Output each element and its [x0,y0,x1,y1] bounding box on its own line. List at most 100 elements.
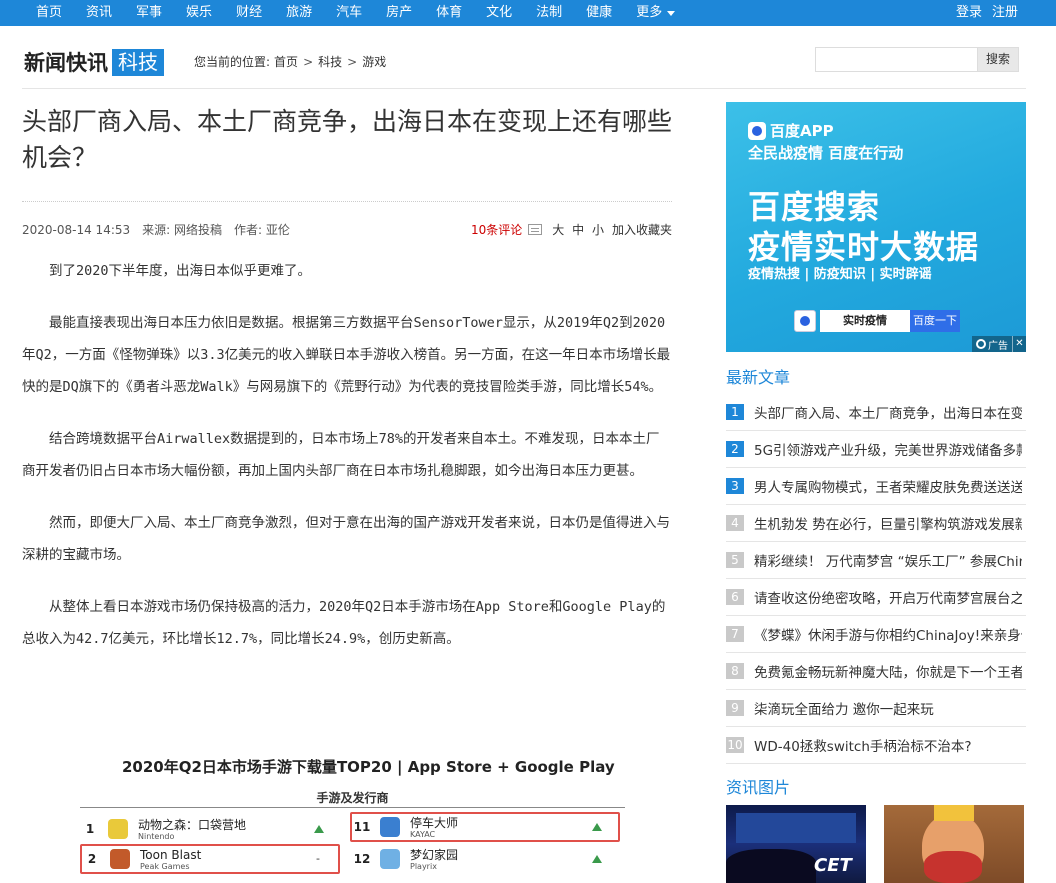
nav-menu: 首页 资讯 军事 娱乐 财经 旅游 汽车 房产 体育 文化 法制 健康 更多 [36,0,699,26]
baidu-paw-icon [794,310,816,332]
nav-item-realestate[interactable]: 房产 [386,0,412,26]
list-item-title[interactable]: 精彩继续！ 万代南梦宫 “娱乐工厂” 参展ChinaJoy [754,550,1022,570]
app-text: Toon Blast Peak Games [140,848,201,871]
ad-search-bar: 实时疫情 百度一下 [794,310,960,332]
breadcrumb-games[interactable]: 游戏 [362,53,386,70]
nav-item-more[interactable]: 更多 [636,0,676,26]
article-paragraph: 到了2020下半年度，出海日本似乎更难了。 [49,263,312,279]
ad-search-button: 百度一下 [910,310,960,332]
list-item[interactable]: 9 柒滴玩全面给力 邀你一起来玩 [726,690,1026,727]
article-source: 来源: 网络投稿 [142,223,222,237]
comments-link[interactable]: 10条评论 [471,221,522,238]
list-item-title[interactable]: 5G引领游戏产业升级，完美世界游戏储备多款重磅新品 [754,439,1022,459]
caret-down-icon [667,10,676,16]
login-link[interactable]: 登录 [956,0,982,26]
nav-item-news[interactable]: 资讯 [86,0,112,26]
app-name: 停车大师 [410,815,459,830]
list-item-title[interactable]: 《梦蝶》休闲手游与你相约ChinaJoy!来亲身体验 [754,624,1022,644]
logo-name: 新闻快讯 [24,51,108,75]
auth-links: 登录 注册 [946,0,1018,26]
rank-item: 1 动物之森：口袋营地 Nintendo [80,814,340,844]
nav-item-finance[interactable]: 财经 [236,0,262,26]
nav-item-entertainment[interactable]: 娱乐 [186,0,212,26]
nav-item-law[interactable]: 法制 [536,0,562,26]
breadcrumb-home[interactable]: 首页 [274,53,298,70]
logo-channel-tag: 科技 [112,48,164,76]
font-size-medium[interactable]: 中 [572,223,584,237]
ad-label-text: 广告 [988,340,1008,352]
ad-brand: 百度APP [748,120,834,141]
nav-item-health[interactable]: 健康 [586,0,612,26]
nav-item-sports[interactable]: 体育 [436,0,462,26]
news-picture-esports[interactable]: CET [726,805,866,883]
list-item-title[interactable]: 男人专属购物模式，王者荣耀皮肤免费送送送 [754,476,1022,496]
list-item-title[interactable]: 请查收这份绝密攻略，开启万代南梦宫展台之旅 [754,587,1022,607]
app-icon [110,849,130,869]
rank-badge: 10 [726,737,744,753]
rank-badge: 8 [726,663,744,679]
ad-slogan: 全民战疫情 百度在行动 [748,144,904,162]
rank-item: 12 梦幻家园 Playrix [352,844,620,874]
app-icon [380,817,400,837]
app-name: 动物之森：口袋营地 [138,817,247,832]
nav-item-auto[interactable]: 汽车 [336,0,362,26]
nav-item-home[interactable]: 首页 [36,0,62,26]
list-item[interactable]: 10 WD-40拯救switch手柄治标不治本? [726,727,1026,764]
app-icon [380,849,400,869]
news-picture-character[interactable] [884,805,1024,883]
list-item[interactable]: 3 男人专属购物模式，王者荣耀皮肤免费送送送 [726,468,1026,505]
rank-badge: 4 [726,515,744,531]
rank-badge: 5 [726,552,744,568]
ad-tags: 疫情热搜 | 防疫知识 | 实时辟谣 [748,267,932,282]
rank-number: 1 [85,822,95,836]
font-size-large[interactable]: 大 [552,223,564,237]
sidebar-ad-banner[interactable]: 百度APP 全民战疫情 百度在行动 百度搜索 疫情实时大数据 疫情热搜 | 防疫… [726,102,1026,352]
list-item[interactable]: 8 免费氪金畅玩新神魔大陆，你就是下一个王者 [726,653,1026,690]
comment-icon[interactable] [528,224,543,235]
list-item-title[interactable]: WD-40拯救switch手柄治标不治本? [754,735,1022,755]
ad-label: 广告 ✕ [972,336,1026,352]
list-item-title[interactable]: 免费氪金畅玩新神魔大陆，你就是下一个王者 [754,661,1022,681]
ad-info-icon[interactable] [976,339,986,349]
close-icon[interactable]: ✕ [1012,336,1026,352]
trend-up-icon [314,825,324,833]
breadcrumb-tech[interactable]: 科技 [318,53,342,70]
list-item[interactable]: 2 5G引领游戏产业升级，完美世界游戏储备多款重磅新品 [726,431,1026,468]
latest-articles-title: 最新文章 [726,368,791,387]
font-size-small[interactable]: 小 [592,223,604,237]
breadcrumb-label: 您当前的位置: [194,55,271,69]
list-item[interactable]: 4 生机勃发 势在必行，巨量引擎构筑游戏发展新生态 [726,505,1026,542]
list-item-title[interactable]: 头部厂商入局、本土厂商竞争，出海日本在变现上还有哪些机会？ [754,402,1022,422]
list-item[interactable]: 6 请查收这份绝密攻略，开启万代南梦宫展台之旅 [726,579,1026,616]
list-item-title[interactable]: 生机勃发 势在必行，巨量引擎构筑游戏发展新生态 [754,513,1022,533]
search-box: 搜索 [815,47,1019,72]
register-link[interactable]: 注册 [992,0,1018,26]
app-name: Toon Blast [140,847,202,862]
rank-badge: 9 [726,700,744,716]
site-logo[interactable]: 新闻快讯 科技 [24,47,164,77]
app-name: 梦幻家园 [410,847,459,862]
list-item-title[interactable]: 柒滴玩全面给力 邀你一起来玩 [754,698,1022,718]
figure-rule [80,807,625,808]
rank-item: 2 Toon Blast Peak Games - [80,844,340,874]
picture-character-crown [934,805,974,821]
trend-up-icon [592,823,602,831]
rank-badge: 3 [726,478,744,494]
app-text: 动物之森：口袋营地 Nintendo [138,818,246,841]
rank-badge: 6 [726,589,744,605]
rank-badge: 7 [726,626,744,642]
list-item[interactable]: 7 《梦蝶》休闲手游与你相约ChinaJoy!来亲身体验 [726,616,1026,653]
nav-item-travel[interactable]: 旅游 [286,0,312,26]
list-item[interactable]: 5 精彩继续！ 万代南梦宫 “娱乐工厂” 参展ChinaJoy [726,542,1026,579]
add-favorite-link[interactable]: 加入收藏夹 [612,221,672,238]
picture-stage-screen [736,813,856,843]
search-input[interactable] [815,47,977,72]
latest-articles-list: 1 头部厂商入局、本土厂商竞争，出海日本在变现上还有哪些机会？ 2 5G引领游戏产业… [726,394,1026,764]
nav-item-military[interactable]: 军事 [136,0,162,26]
article-date: 2020-08-14 14:53 [22,222,131,237]
rank-item: 11 停车大师 KAYAC [350,812,620,842]
list-item[interactable]: 1 头部厂商入局、本土厂商竞争，出海日本在变现上还有哪些机会？ [726,394,1026,431]
nav-item-culture[interactable]: 文化 [486,0,512,26]
article-title: 头部厂商入局、本土厂商竞争，出海日本在变现上还有哪些机会？ [22,107,673,172]
search-button[interactable]: 搜索 [977,47,1019,72]
